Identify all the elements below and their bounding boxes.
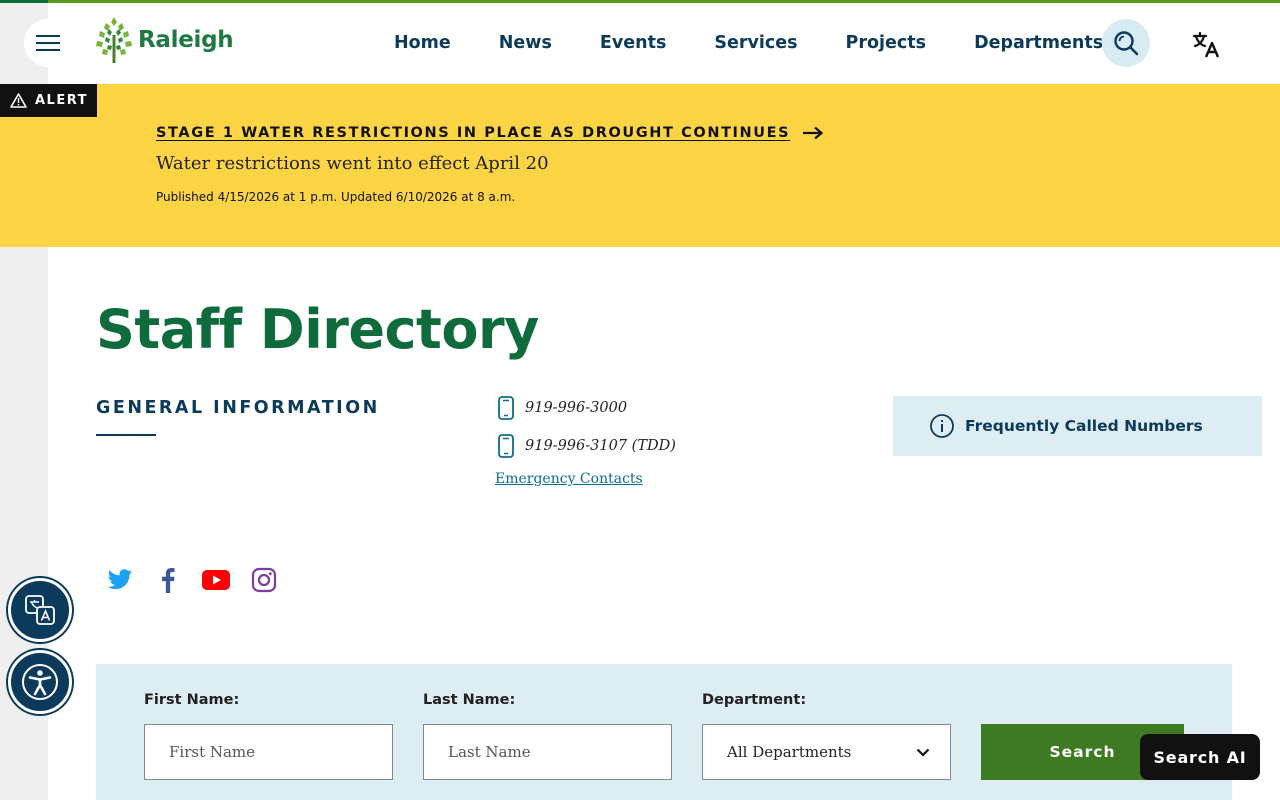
alert-headline-text: STAGE 1 WATER RESTRICTIONS IN PLACE AS D… [156, 125, 791, 141]
frequently-called-numbers-button[interactable]: Frequently Called Numbers [893, 396, 1262, 456]
translate-icon [25, 595, 55, 625]
nav-departments[interactable]: Departments [950, 33, 1127, 53]
phone-row-main: 919-996-3000 [497, 396, 627, 420]
staff-search-panel: First Name: Last Name: Department: All D… [96, 664, 1232, 800]
alert-tag: ALERT [0, 84, 97, 117]
oak-tree-logo-icon [96, 17, 132, 63]
page-title: Staff Directory [96, 298, 539, 361]
alert-headline-link[interactable]: STAGE 1 WATER RESTRICTIONS IN PLACE AS D… [156, 125, 824, 141]
site-header: Raleigh Home News Events Services Projec… [0, 3, 1280, 84]
translate-button[interactable] [1186, 25, 1226, 65]
youtube-link[interactable] [200, 564, 232, 596]
search-ai-button[interactable]: Search AI [1140, 734, 1260, 780]
alert-subtitle: Water restrictions went into effect Apri… [156, 153, 549, 174]
hamburger-icon [36, 35, 60, 51]
instagram-icon [251, 567, 277, 593]
phone-number-tdd[interactable]: 919-996-3107 (TDD) [525, 438, 676, 454]
chevron-down-icon [916, 748, 930, 757]
site-search-button[interactable] [1102, 19, 1150, 67]
frequently-called-numbers-label: Frequently Called Numbers [965, 417, 1203, 435]
instagram-link[interactable] [248, 564, 280, 596]
accessibility-widget-button[interactable] [8, 650, 72, 714]
twitter-icon [107, 569, 133, 590]
arrow-right-icon [803, 126, 824, 140]
nav-home[interactable]: Home [370, 33, 475, 53]
heading-underline [96, 434, 156, 436]
site-logo[interactable]: Raleigh [94, 15, 234, 65]
department-selected-value: All Departments [727, 743, 852, 761]
alert-meta: Published 4/15/2026 at 1 p.m. Updated 6/… [156, 190, 516, 204]
alert-banner: ALERT STAGE 1 WATER RESTRICTIONS IN PLAC… [0, 84, 1280, 247]
info-icon [930, 414, 954, 438]
facebook-link[interactable] [152, 564, 184, 596]
phone-row-tdd: 919-996-3107 (TDD) [497, 434, 676, 458]
phone-number[interactable]: 919-996-3000 [525, 400, 627, 416]
department-label: Department: [702, 692, 807, 708]
department-select[interactable]: All Departments [702, 724, 951, 780]
logo-text: Raleigh [138, 27, 234, 53]
nav-services[interactable]: Services [690, 33, 821, 53]
search-icon [1114, 31, 1139, 56]
translate-icon [1192, 31, 1220, 58]
last-name-label: Last Name: [423, 692, 516, 708]
social-links [104, 564, 280, 596]
mobile-phone-icon [498, 434, 514, 458]
menu-button[interactable] [24, 19, 72, 67]
emergency-contacts-link[interactable]: Emergency Contacts [495, 471, 643, 487]
language-widget-button[interactable] [8, 578, 72, 642]
mobile-phone-icon [498, 396, 514, 420]
last-name-input[interactable] [423, 724, 672, 780]
main-nav: Home News Events Services Projects Depar… [370, 21, 1127, 65]
youtube-icon [202, 570, 230, 590]
alert-tag-label: ALERT [35, 93, 89, 108]
accessibility-icon [22, 664, 58, 700]
nav-news[interactable]: News [475, 33, 576, 53]
warning-icon [10, 93, 27, 108]
nav-events[interactable]: Events [576, 33, 690, 53]
twitter-link[interactable] [104, 564, 136, 596]
facebook-icon [162, 567, 175, 593]
nav-projects[interactable]: Projects [822, 33, 951, 53]
general-information-heading: GENERAL INFORMATION [96, 398, 380, 418]
first-name-label: First Name: [144, 692, 240, 708]
first-name-input[interactable] [144, 724, 393, 780]
